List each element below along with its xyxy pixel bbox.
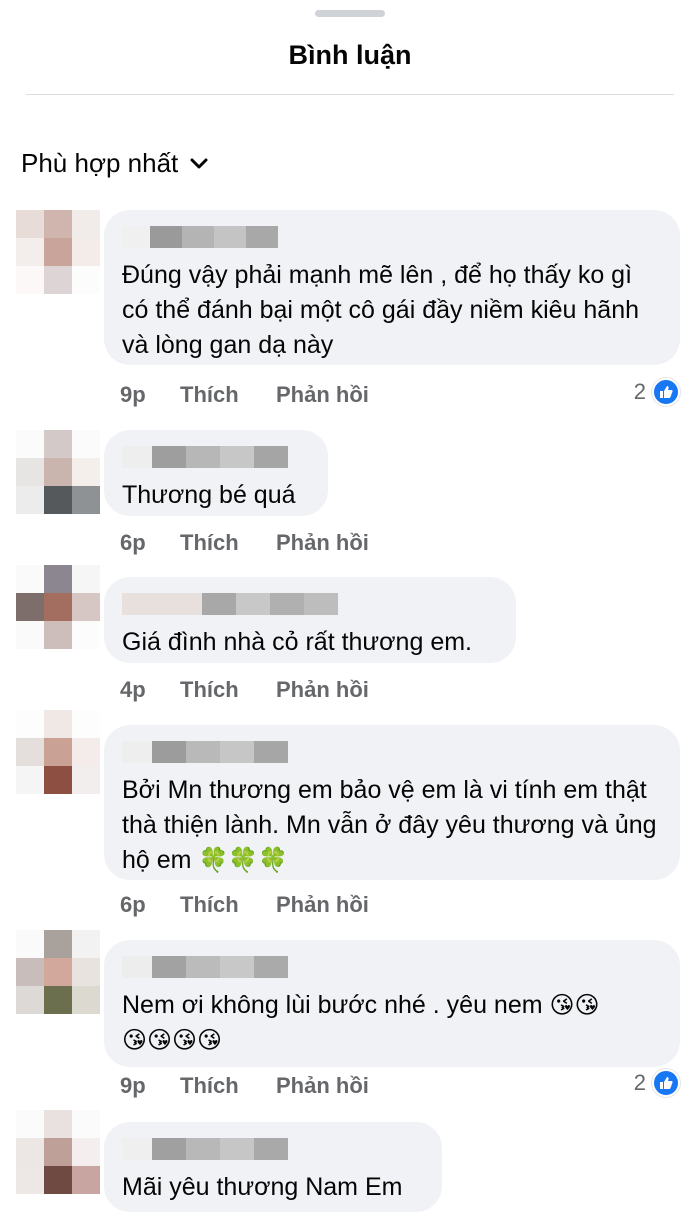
comment-text: Nem ơi không lùi bước nhé . yêu nem 😘😘 😘😘… [122,991,600,1054]
reaction-summary[interactable]: 2 [634,378,680,406]
like-button[interactable]: Thích [180,1073,276,1099]
comment-text: Đúng vậy phải mạnh mẽ lên , để họ thấy k… [122,261,640,359]
comment-text: Giá đình nhà cỏ rất thương em. [122,628,472,656]
reply-button[interactable]: Phản hồi [276,382,369,408]
reply-button[interactable]: Phản hồi [276,1073,369,1099]
comment-text: Bởi Mn thương em bảo vệ em là vi tính em… [122,776,657,874]
like-button[interactable]: Thích [180,530,276,556]
reaction-count: 2 [633,1070,646,1095]
like-button[interactable]: Thích [180,677,276,703]
comment-time[interactable]: 6p [120,530,180,556]
comment-actions: 6p Thích Phản hồi [120,892,369,918]
comment-actions: 4p Thích Phản hồi [120,677,369,703]
chevron-down-icon [190,158,208,168]
comment-time[interactable]: 9p [120,382,180,408]
comment-actions: 6p Thích Phản hồi [120,530,369,556]
avatar[interactable] [16,930,100,1014]
comment-item: Đúng vậy phải mạnh mẽ lên , để họ thấy k… [0,210,700,410]
thumbs-up-icon [652,1069,680,1097]
kiss-emoji: 😘😘😘😘 [122,1027,223,1054]
comment-actions: 9p Thích Phản hồi [120,1073,369,1099]
avatar[interactable] [16,1110,100,1194]
kiss-emoji: 😘😘 [549,992,600,1019]
blurred-author-name[interactable] [122,593,498,615]
reply-button[interactable]: Phản hồi [276,530,369,556]
comment-bubble: Mãi yêu thương Nam Em [104,1122,442,1212]
comment-text: Mãi yêu thương Nam Em [122,1173,403,1201]
blurred-author-name[interactable] [122,741,662,763]
like-button[interactable]: Thích [180,892,276,918]
comment-bubble: Thương bé quá [104,430,328,516]
comment-bubble: Đúng vậy phải mạnh mẽ lên , để họ thấy k… [104,210,680,365]
page-title: Bình luận [288,40,412,70]
avatar[interactable] [16,430,100,514]
reply-button[interactable]: Phản hồi [276,677,369,703]
comment-actions: 9p Thích Phản hồi [120,382,369,408]
blurred-author-name[interactable] [122,956,662,978]
reaction-summary[interactable]: 2 [634,1069,680,1097]
comment-item: Thương bé quá 6p Thích Phản hồi [0,430,700,560]
comment-time[interactable]: 6p [120,892,180,918]
avatar[interactable] [16,565,100,649]
comment-time[interactable]: 9p [120,1073,180,1099]
comment-bubble: Bởi Mn thương em bảo vệ em là vi tính em… [104,725,680,880]
reply-button[interactable]: Phản hồi [276,892,369,918]
sort-dropdown[interactable]: Phù hợp nhất [21,148,208,179]
comment-item: Giá đình nhà cỏ rất thương em. 4p Thích … [0,565,700,705]
comment-time[interactable]: 4p [120,677,180,703]
drag-handle[interactable] [315,10,385,17]
clover-emoji: 🍀🍀🍀 [198,847,289,874]
header-divider [26,94,674,95]
thumbs-up-icon [652,378,680,406]
avatar[interactable] [16,710,100,794]
blurred-author-name[interactable] [122,226,662,248]
comment-bubble: Giá đình nhà cỏ rất thương em. [104,577,516,663]
like-button[interactable]: Thích [180,382,276,408]
sort-label: Phù hợp nhất [21,148,179,178]
comment-item: Nem ơi không lùi bước nhé . yêu nem 😘😘 😘😘… [0,930,700,1105]
comment-item: Bởi Mn thương em bảo vệ em là vi tính em… [0,710,700,925]
avatar[interactable] [16,210,100,294]
comment-text: Thương bé quá [122,481,296,509]
reaction-count: 2 [633,379,646,404]
blurred-author-name[interactable] [122,1138,424,1160]
blurred-author-name[interactable] [122,446,310,468]
comment-item: Mãi yêu thương Nam Em [0,1110,700,1218]
comment-bubble: Nem ơi không lùi bước nhé . yêu nem 😘😘 😘😘… [104,940,680,1067]
